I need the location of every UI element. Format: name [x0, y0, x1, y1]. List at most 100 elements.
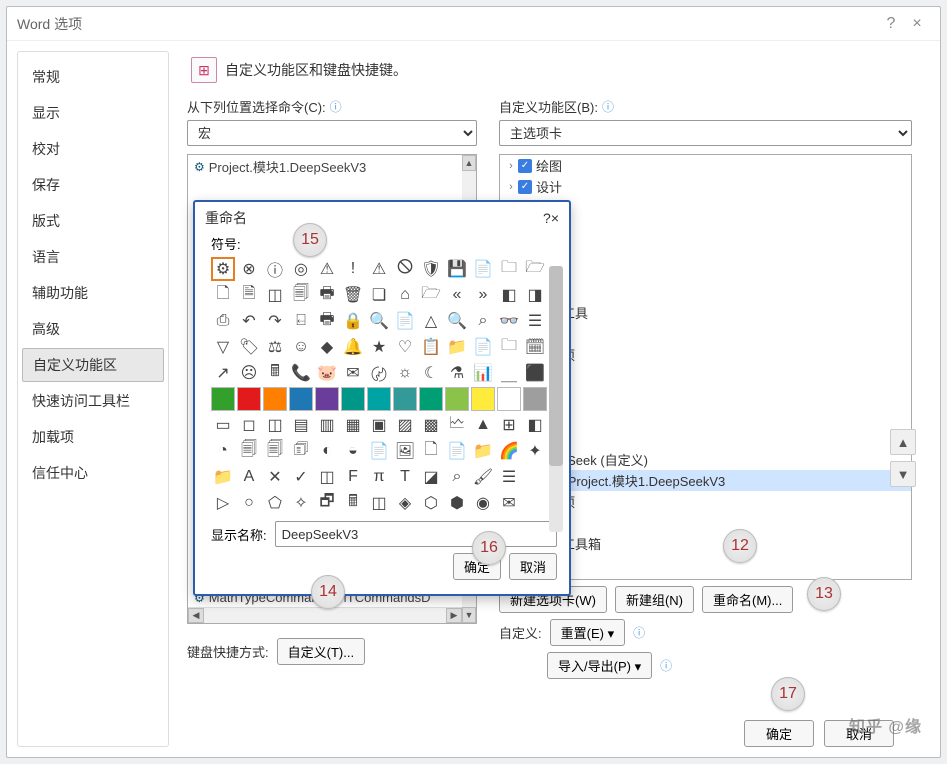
- symbol-cell[interactable]: ⬠: [263, 491, 287, 515]
- symbol-cell[interactable]: ✉: [341, 361, 365, 385]
- list-item[interactable]: ⚙Project.模块1.DeepSeekV3: [188, 155, 476, 178]
- symbol-cell[interactable]: 🖶: [315, 309, 339, 333]
- symbol-cell[interactable]: ◒: [341, 439, 365, 463]
- symbol-cell[interactable]: ▷: [211, 491, 235, 515]
- symbol-cell[interactable]: 🗐: [237, 439, 261, 463]
- modal-scrollbar[interactable]: [549, 266, 563, 532]
- symbol-cell[interactable]: ⍇: [289, 309, 313, 333]
- symbol-cell[interactable]: [315, 387, 339, 411]
- symbol-cell[interactable]: ★: [367, 335, 391, 359]
- symbol-cell[interactable]: ⚠: [315, 257, 339, 281]
- symbol-cell[interactable]: 📄: [393, 309, 417, 333]
- symbol-cell[interactable]: 📞: [289, 361, 313, 385]
- symbol-cell[interactable]: ☰: [523, 309, 547, 333]
- symbol-cell[interactable]: ▽: [211, 335, 235, 359]
- symbol-cell[interactable]: «: [445, 283, 469, 307]
- symbol-cell[interactable]: ◫: [263, 413, 287, 437]
- symbol-cell[interactable]: ▭: [211, 413, 235, 437]
- symbol-cell[interactable]: [341, 387, 365, 411]
- symbol-cell[interactable]: ✦: [523, 439, 547, 463]
- symbol-cell[interactable]: ⬢: [445, 491, 469, 515]
- symbol-cell[interactable]: [419, 387, 443, 411]
- symbol-cell[interactable]: ⎙: [211, 309, 235, 333]
- symbol-cell[interactable]: [523, 387, 547, 411]
- symbol-cell[interactable]: 🗋: [211, 283, 235, 307]
- symbol-cell[interactable]: ▤: [289, 413, 313, 437]
- symbol-cell[interactable]: 🖩: [341, 491, 365, 515]
- symbol-cell[interactable]: 🗎: [237, 283, 261, 307]
- symbol-cell[interactable]: ◫: [315, 465, 339, 489]
- symbol-cell[interactable]: 📄: [445, 439, 469, 463]
- help-button[interactable]: ?: [878, 11, 904, 37]
- symbol-cell[interactable]: ☹: [237, 361, 261, 385]
- sidebar-item-language[interactable]: 语言: [18, 240, 168, 274]
- symbol-cell[interactable]: ▨: [393, 413, 417, 437]
- symbol-cell[interactable]: [211, 387, 235, 411]
- symbol-cell[interactable]: 📁: [211, 465, 235, 489]
- rename-button[interactable]: 重命名(M)...: [702, 586, 793, 613]
- ok-button[interactable]: 确定: [744, 720, 814, 747]
- symbol-cell[interactable]: [523, 465, 547, 489]
- symbol-cell[interactable]: T: [393, 465, 417, 489]
- symbol-cell[interactable]: 📄: [471, 257, 495, 281]
- symbol-cell[interactable]: ◔: [211, 439, 235, 463]
- symbol-cell[interactable]: [471, 387, 495, 411]
- symbol-cell[interactable]: 📊: [471, 361, 495, 385]
- symbol-cell[interactable]: 📄: [471, 335, 495, 359]
- symbol-cell[interactable]: ↶: [237, 309, 261, 333]
- symbol-cell[interactable]: 📁: [445, 335, 469, 359]
- symbol-cell[interactable]: ＿: [497, 361, 521, 385]
- symbol-cell[interactable]: 🔍: [367, 309, 391, 333]
- symbol-cell[interactable]: [523, 491, 547, 515]
- symbol-cell[interactable]: 🗁: [419, 283, 443, 307]
- symbol-cell[interactable]: 📄: [367, 439, 391, 463]
- symbol-cell[interactable]: 🔔: [341, 335, 365, 359]
- customize-keyboard-button[interactable]: 自定义(T)...: [277, 638, 365, 665]
- symbol-cell[interactable]: 🔒: [341, 309, 365, 333]
- symbol-cell[interactable]: 🗊: [289, 439, 313, 463]
- info-icon[interactable]: ⓘ: [330, 98, 342, 115]
- symbol-cell[interactable]: 🗠: [445, 413, 469, 437]
- symbol-cell[interactable]: 🏷: [237, 335, 261, 359]
- symbol-cell[interactable]: ♡: [393, 335, 417, 359]
- symbol-cell[interactable]: ⚖: [263, 335, 287, 359]
- sidebar-item-save[interactable]: 保存: [18, 168, 168, 202]
- symbol-cell[interactable]: [237, 387, 261, 411]
- symbol-cell[interactable]: 🗗: [315, 491, 339, 515]
- symbol-cell[interactable]: [393, 387, 417, 411]
- reset-button[interactable]: 重置(E) ▾: [550, 619, 625, 646]
- sidebar-item-qat[interactable]: 快速访问工具栏: [18, 384, 168, 418]
- import-export-button[interactable]: 导入/导出(P) ▾: [547, 652, 652, 679]
- symbol-cell[interactable]: ⊞: [497, 413, 521, 437]
- symbol-cell[interactable]: 🖶: [315, 283, 339, 307]
- symbol-cell[interactable]: ◎: [289, 257, 313, 281]
- checkbox-icon[interactable]: ✓: [518, 159, 532, 173]
- symbol-cell[interactable]: ◻: [237, 413, 261, 437]
- symbol-cell[interactable]: [497, 387, 521, 411]
- scrollbar-h[interactable]: ◀▶: [188, 607, 462, 623]
- symbol-cell[interactable]: »: [471, 283, 495, 307]
- symbol-cell[interactable]: ◨: [523, 283, 547, 307]
- symbol-cell[interactable]: ⊗: [237, 257, 261, 281]
- symbol-cell[interactable]: ◉: [471, 491, 495, 515]
- symbol-cell[interactable]: 🗀: [497, 335, 521, 359]
- symbol-cell[interactable]: 📁: [471, 439, 495, 463]
- symbol-cell[interactable]: ◆: [315, 335, 339, 359]
- symbol-cell[interactable]: ⬡: [419, 491, 443, 515]
- checkbox-icon[interactable]: ✓: [518, 180, 532, 194]
- symbol-cell[interactable]: 🗐: [263, 439, 287, 463]
- symbol-cell[interactable]: 🛡: [419, 257, 443, 281]
- symbol-cell[interactable]: ▦: [341, 413, 365, 437]
- close-button[interactable]: ×: [904, 11, 930, 37]
- symbol-cell[interactable]: 〄: [367, 361, 391, 385]
- symbol-cell[interactable]: ○: [237, 491, 261, 515]
- symbol-cell[interactable]: ↗: [211, 361, 235, 385]
- symbol-cell[interactable]: 🛇: [393, 257, 417, 281]
- symbol-cell[interactable]: 🗓: [523, 335, 547, 359]
- modal-cancel-button[interactable]: 取消: [509, 553, 557, 580]
- symbol-cell[interactable]: 🗁: [523, 257, 547, 281]
- symbol-cell[interactable]: π: [367, 465, 391, 489]
- symbol-cell[interactable]: [289, 387, 313, 411]
- symbol-cell[interactable]: 🗑: [341, 283, 365, 307]
- symbol-cell[interactable]: ☰: [497, 465, 521, 489]
